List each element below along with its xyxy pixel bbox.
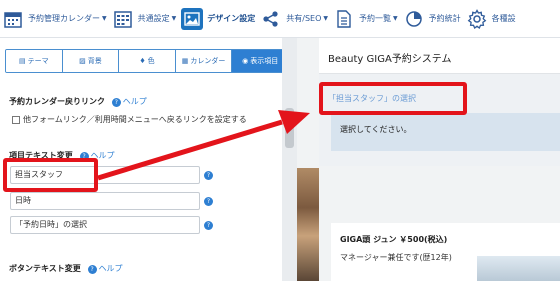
image-icon <box>181 7 204 30</box>
return-link-section-title: 予約カレンダー戻りリンク ? ヘルプ <box>9 96 147 107</box>
toolbar-label: 共有/SEO <box>286 14 322 23</box>
chevron-down-icon: ▼ <box>171 15 177 22</box>
tab-label: 背景 <box>87 57 102 65</box>
help-label: ヘルプ <box>98 264 123 273</box>
toolbar-label: 共通設定 <box>137 14 170 23</box>
share-icon <box>260 8 282 30</box>
tab-theme[interactable]: ▤ テーマ <box>6 50 63 72</box>
help-label: ヘルプ <box>122 97 147 106</box>
toolbar-calendar-menu[interactable]: 予約管理カレンダー ▼ <box>0 0 110 38</box>
design-tabs: ▤ テーマ ▨ 背景 ♦ 色 ▦ カレンダー ◉ 表示項目 <box>5 49 289 73</box>
drop-icon: ♦ <box>139 57 146 65</box>
document-icon <box>333 8 355 30</box>
image-icon: ▨ <box>79 57 86 65</box>
toolbar-label: 各種設 <box>491 14 516 23</box>
highlight-box-input <box>3 158 98 192</box>
checkbox-label: 他フォームリンク／利用時間メニューへ戻るリンクを設定する <box>23 115 247 124</box>
app-title: Beauty GIGA予約システム <box>328 54 452 65</box>
question-icon[interactable]: ? <box>204 221 213 230</box>
help-link[interactable]: ? ヘルプ <box>87 264 123 274</box>
toolbar-share-seo-menu[interactable]: 共有/SEO ▼ <box>258 0 331 38</box>
toolbar-design-settings-menu[interactable]: デザイン設定 <box>179 0 258 38</box>
help-link[interactable]: ? ヘルプ <box>111 97 147 107</box>
question-icon: ? <box>111 98 121 107</box>
toolbar-reservation-list-menu[interactable]: 予約一覧 ▼ <box>331 0 401 38</box>
scrollbar-thumb[interactable] <box>285 108 294 148</box>
tab-label: 表示項目 <box>250 57 279 65</box>
section-title-text: ボタンテキスト変更 <box>9 264 81 273</box>
highlight-box-preview <box>319 82 467 115</box>
chevron-down-icon: ▼ <box>393 15 398 22</box>
toolbar-label: 予約統計 <box>428 14 461 23</box>
eye-icon: ◉ <box>242 57 249 65</box>
datetime-select-label-input[interactable]: 「予約日時」の選択 <box>10 216 200 234</box>
panel-scrollbar[interactable] <box>282 38 297 281</box>
calendar-icon <box>2 8 24 30</box>
pie-chart-icon <box>403 8 425 30</box>
staff-photo <box>477 256 560 281</box>
staff-description: マネージャー兼任です(歴12年) <box>340 253 452 262</box>
theme-icon: ▤ <box>18 57 26 65</box>
select-message: 選択してください。 <box>340 125 412 134</box>
toolbar-label: 予約一覧 <box>359 14 391 23</box>
tab-label: 色 <box>147 57 155 65</box>
calendar-grid-icon <box>112 8 134 30</box>
toolbar-statistics-menu[interactable]: 予約統計 <box>401 0 464 38</box>
section-title-text: 予約カレンダー戻りリンク <box>9 97 105 106</box>
question-icon[interactable]: ? <box>204 171 213 180</box>
preview-pane: Beauty GIGA予約システム 「担当スタッフ」の選択 選択してください。 … <box>297 38 560 281</box>
tab-color[interactable]: ♦ 色 <box>119 50 176 72</box>
tab-calendar[interactable]: ▦ カレンダー <box>175 50 233 72</box>
toolbar-label: デザイン設定 <box>207 14 256 23</box>
return-link-checkbox-row[interactable]: 他フォームリンク／利用時間メニューへ戻るリンクを設定する <box>12 114 247 125</box>
datetime-label-input[interactable]: 日時 <box>10 192 200 210</box>
toolbar-various-settings-menu[interactable]: 各種設 <box>464 0 519 38</box>
tab-display-items[interactable]: ◉ 表示項目 <box>232 50 288 72</box>
staff-card[interactable]: GIGA頭 ジュン ￥500(税込) マネージャー兼任です(歴12年) <box>331 223 560 281</box>
button-text-section-title: ボタンテキスト変更 ? ヘルプ <box>9 263 123 274</box>
top-toolbar: 予約管理カレンダー ▼ 共通設定 ▼ デザイン設定 共有/SEO ▼ 予約一覧 ▼ 予約… <box>0 0 560 38</box>
chevron-down-icon: ▼ <box>102 15 107 22</box>
preview-header: Beauty GIGA予約システム <box>319 38 560 74</box>
toolbar-common-settings-menu[interactable]: 共通設定 ▼ <box>110 0 180 38</box>
background-photo <box>297 168 319 281</box>
tab-label: テーマ <box>27 57 49 65</box>
return-link-checkbox[interactable] <box>12 115 20 124</box>
gear-icon <box>466 8 488 30</box>
chevron-down-icon: ▼ <box>323 15 328 22</box>
tab-background[interactable]: ▨ 背景 <box>62 50 120 72</box>
staff-name: GIGA頭 ジュン ￥500(税込) <box>340 235 448 244</box>
question-icon: ? <box>87 265 97 274</box>
question-icon[interactable]: ? <box>204 197 213 206</box>
calendar-icon: ▦ <box>181 57 189 65</box>
tab-label: カレンダー <box>190 57 226 65</box>
toolbar-label: 予約管理カレンダー <box>28 14 100 23</box>
